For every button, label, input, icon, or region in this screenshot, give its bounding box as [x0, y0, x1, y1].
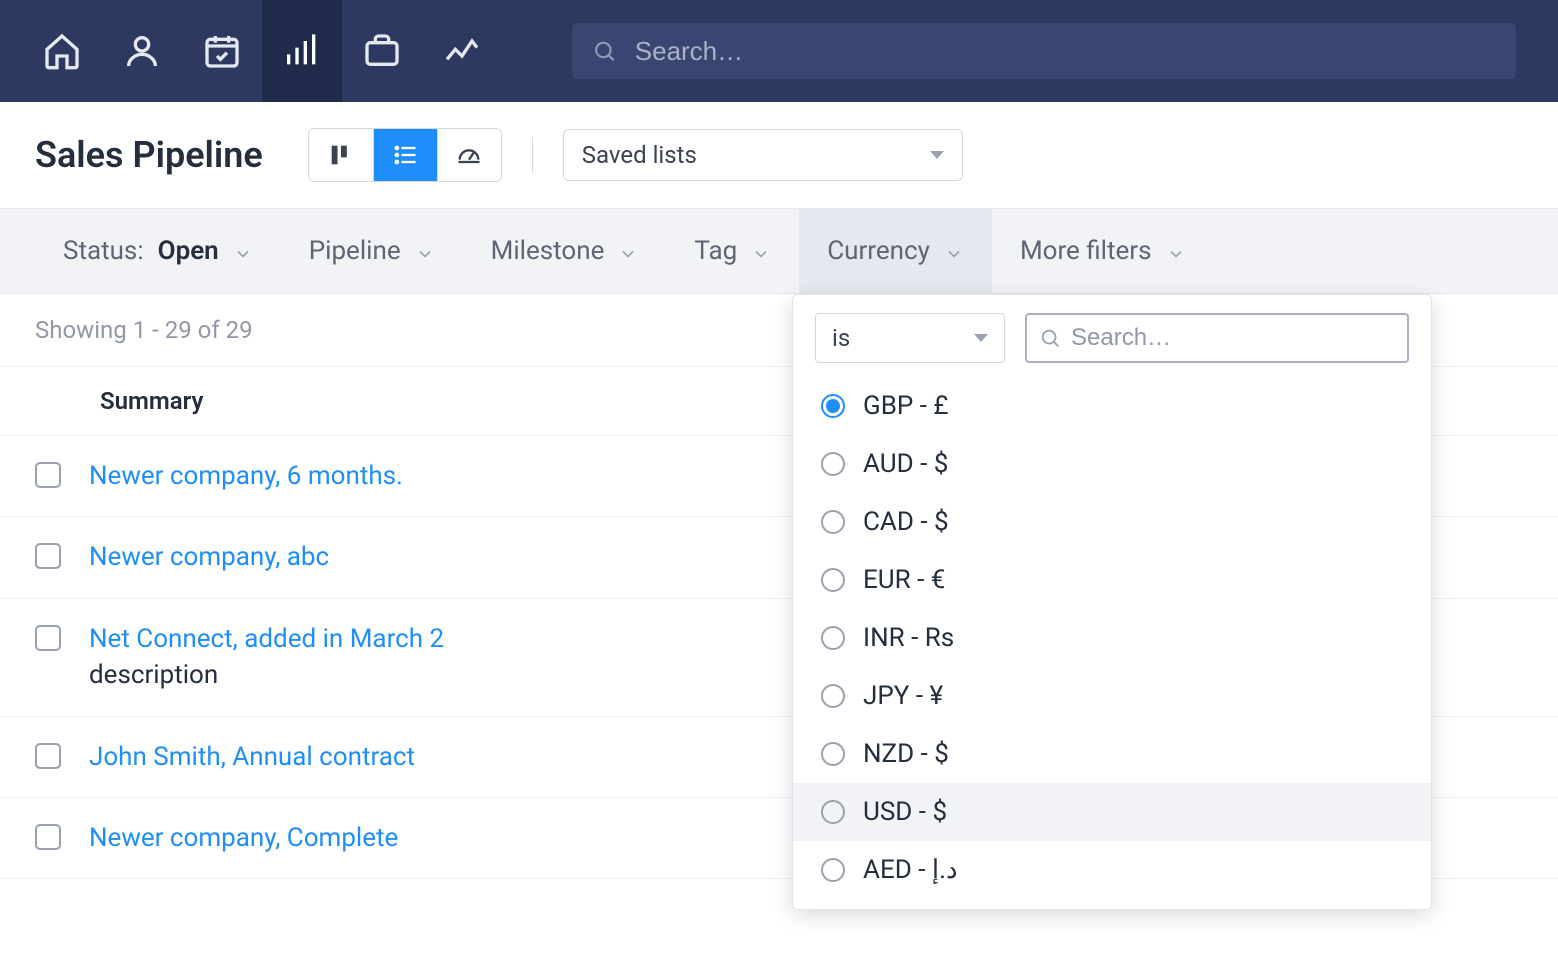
radio-icon	[821, 742, 845, 766]
currency-option[interactable]: NZD - $	[793, 725, 1431, 783]
view-toggle	[308, 128, 502, 182]
pipeline-icon[interactable]	[262, 0, 342, 102]
radio-icon	[821, 858, 845, 882]
currency-option[interactable]: CAD - $	[793, 493, 1431, 551]
currency-option[interactable]: USD - $	[793, 783, 1431, 841]
row-body: John Smith, Annual contract	[89, 739, 415, 775]
person-icon[interactable]	[102, 0, 182, 102]
radio-icon	[821, 568, 845, 592]
saved-lists-label: Saved lists	[582, 141, 697, 169]
row-checkbox[interactable]	[35, 625, 61, 651]
radio-icon	[821, 626, 845, 650]
nav-icons	[22, 0, 502, 102]
chevron-down-icon	[618, 241, 638, 261]
currency-search[interactable]	[1025, 313, 1409, 363]
page-header: Sales Pipeline Saved lists	[0, 102, 1558, 208]
radio-icon	[821, 800, 845, 824]
currency-option-label: USD - $	[863, 797, 947, 827]
top-nav	[0, 0, 1558, 102]
chevron-down-icon	[974, 334, 988, 342]
currency-option-label: EUR - €	[863, 565, 945, 595]
currency-option-label: JPY - ¥	[863, 681, 943, 711]
currency-option[interactable]: INR - Rs	[793, 609, 1431, 667]
filter-tag[interactable]: Tag	[666, 208, 799, 294]
chevron-down-icon	[233, 241, 253, 261]
currency-option[interactable]: JPY - ¥	[793, 667, 1431, 725]
filter-milestone[interactable]: Milestone	[463, 208, 667, 294]
page-title: Sales Pipeline	[35, 134, 263, 176]
search-icon	[592, 38, 617, 64]
analytics-icon[interactable]	[422, 0, 502, 102]
operator-select[interactable]: is	[815, 313, 1005, 363]
radio-icon	[821, 452, 845, 476]
currency-option-label: NZD - $	[863, 739, 949, 769]
global-search[interactable]	[572, 23, 1516, 79]
row-checkbox[interactable]	[35, 743, 61, 769]
filter-pipeline[interactable]: Pipeline	[281, 208, 463, 294]
row-checkbox[interactable]	[35, 543, 61, 569]
global-search-input[interactable]	[635, 36, 1496, 67]
chevron-down-icon	[944, 241, 964, 261]
currency-search-input[interactable]	[1071, 324, 1395, 352]
row-link[interactable]: Newer company, abc	[89, 542, 329, 572]
radio-icon	[821, 684, 845, 708]
currency-options: GBP - £ AUD - $ CAD - $ EUR - € INR - Rs JPY …	[793, 377, 1431, 899]
view-board-button[interactable]	[309, 129, 373, 181]
row-link[interactable]: John Smith, Annual contract	[89, 742, 415, 772]
row-body: Net Connect, added in March 2description	[89, 621, 444, 694]
row-body: Newer company, 6 months.	[89, 458, 403, 494]
calendar-icon[interactable]	[182, 0, 262, 102]
chevron-down-icon	[751, 241, 771, 261]
currency-option-label: GBP - £	[863, 391, 949, 421]
chevron-down-icon	[1166, 241, 1186, 261]
currency-option[interactable]: EUR - €	[793, 551, 1431, 609]
row-description: description	[89, 657, 444, 693]
filter-bar: Status: Open Pipeline Milestone Tag Curr…	[0, 208, 1558, 294]
row-checkbox[interactable]	[35, 462, 61, 488]
filter-status[interactable]: Status: Open	[35, 208, 281, 294]
currency-option[interactable]: AUD - $	[793, 435, 1431, 493]
filter-currency[interactable]: Currency	[799, 208, 992, 294]
row-checkbox[interactable]	[35, 824, 61, 850]
currency-option-label: CAD - $	[863, 507, 949, 537]
search-icon	[1039, 327, 1061, 349]
separator	[532, 137, 533, 173]
currency-option-label: AED - د.إ	[863, 855, 958, 885]
currency-option-label: INR - Rs	[863, 623, 954, 653]
home-icon[interactable]	[22, 0, 102, 102]
saved-lists-dropdown[interactable]: Saved lists	[563, 129, 963, 181]
filter-more[interactable]: More filters	[992, 208, 1214, 294]
row-link[interactable]: Newer company, Complete	[89, 823, 398, 853]
view-list-button[interactable]	[373, 129, 437, 181]
radio-icon	[821, 510, 845, 534]
currency-option[interactable]: AED - د.إ	[793, 841, 1431, 899]
briefcase-icon[interactable]	[342, 0, 422, 102]
currency-option[interactable]: GBP - £	[793, 377, 1431, 435]
currency-option-label: AUD - $	[863, 449, 948, 479]
currency-dropdown: is GBP - £ AUD - $ CAD - $ EUR - € INR - Rs J…	[792, 294, 1432, 910]
row-link[interactable]: Net Connect, added in March 2	[89, 624, 444, 654]
row-body: Newer company, abc	[89, 539, 329, 575]
radio-icon	[821, 394, 845, 418]
row-link[interactable]: Newer company, 6 months.	[89, 461, 403, 491]
chevron-down-icon	[415, 241, 435, 261]
row-body: Newer company, Complete	[89, 820, 398, 856]
chevron-down-icon	[930, 151, 944, 159]
view-dashboard-button[interactable]	[437, 129, 501, 181]
